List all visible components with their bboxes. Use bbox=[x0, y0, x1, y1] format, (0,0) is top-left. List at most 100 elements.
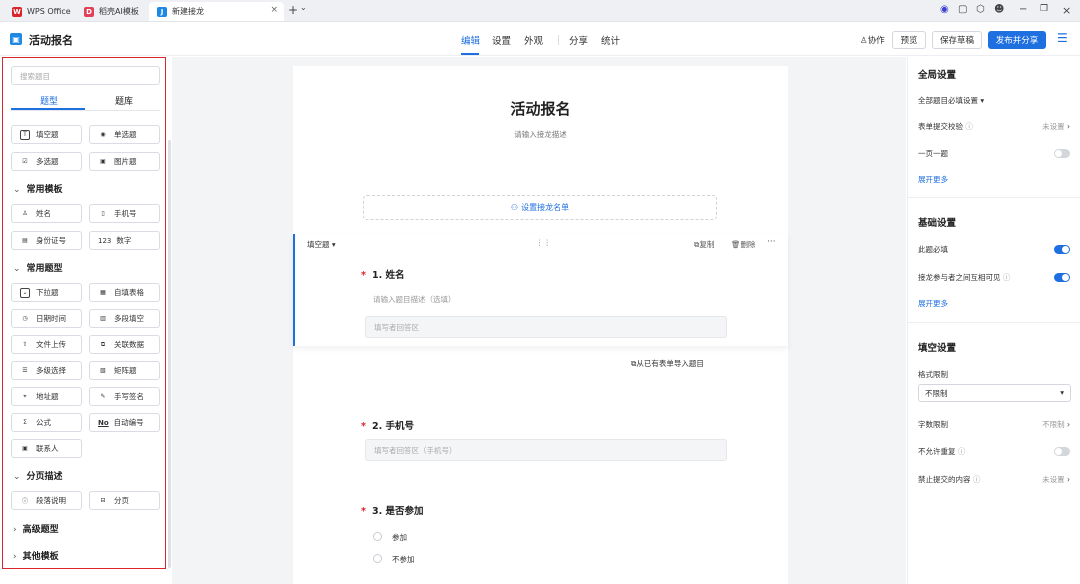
chip-label: 联系人 bbox=[36, 444, 59, 453]
chip-label: 姓名 bbox=[36, 209, 51, 218]
import-questions-link[interactable]: ⧉从已有表单导入题目 bbox=[631, 358, 704, 369]
question-1-answer[interactable]: 填写者回答区 bbox=[365, 316, 727, 338]
option-radio[interactable] bbox=[373, 532, 382, 541]
required-toggle[interactable] bbox=[1054, 245, 1070, 254]
left-scrollbar[interactable] bbox=[168, 140, 171, 568]
type-image[interactable]: ▣ 图片题 bbox=[89, 152, 160, 171]
divider bbox=[11, 110, 160, 111]
delete-button[interactable]: 🗑删除 bbox=[731, 239, 756, 250]
question-1-hint[interactable]: 请输入题目描述（选填） bbox=[373, 294, 456, 305]
more-icon[interactable]: ··· bbox=[767, 237, 776, 247]
type-address[interactable]: ⌖ 地址题 bbox=[11, 387, 82, 406]
question-type-select[interactable]: 填空题 ▾ bbox=[307, 239, 336, 250]
type-contact[interactable]: ▣ 联系人 bbox=[11, 439, 82, 458]
type-datetime[interactable]: ◷ 日期时间 bbox=[11, 309, 82, 328]
basic-expand-link[interactable]: 展开更多 bbox=[918, 298, 948, 309]
length-value[interactable]: 不限制 › bbox=[1042, 419, 1070, 430]
section-other-templates[interactable]: › 其他模板 bbox=[13, 549, 59, 562]
set-namelist-button[interactable]: ⚇ 设置接龙名单 bbox=[363, 195, 717, 220]
format-select[interactable]: 不限制 ▾ bbox=[918, 384, 1071, 402]
search-input[interactable]: 搜索题目 bbox=[11, 66, 160, 85]
chip-label: 下拉题 bbox=[36, 288, 59, 297]
menu-icon[interactable]: ☰ bbox=[1057, 31, 1068, 45]
window-icon[interactable]: ▢ bbox=[958, 4, 967, 15]
tab-edit[interactable]: 编辑 bbox=[461, 33, 480, 47]
question-2-answer[interactable]: 填写者回答区（手机号） bbox=[365, 439, 727, 461]
question-1-title[interactable]: * 1. 姓名 bbox=[361, 267, 405, 281]
template-number[interactable]: 123 数字 bbox=[89, 231, 160, 250]
section-paging[interactable]: ⌄ 分页描述 bbox=[13, 469, 63, 482]
cube-icon[interactable]: ⬡ bbox=[976, 4, 985, 15]
one-page-toggle[interactable] bbox=[1054, 149, 1070, 158]
type-single-choice[interactable]: ◉ 单选题 bbox=[89, 125, 160, 144]
type-linked-data[interactable]: ⧉ 关联数据 bbox=[89, 335, 160, 354]
type-multi-blank[interactable]: ▥ 多段填空 bbox=[89, 309, 160, 328]
preview-button[interactable]: 预览 bbox=[892, 31, 926, 49]
tab-question-types[interactable]: 题型 bbox=[40, 94, 58, 107]
collab-button[interactable]: ♙协作 bbox=[860, 34, 885, 46]
clock-icon: ◷ bbox=[22, 315, 28, 322]
tab-stats[interactable]: 统计 bbox=[601, 33, 620, 47]
publish-share-button[interactable]: 发布并分享 bbox=[988, 31, 1046, 49]
group-icon: ⚇ bbox=[510, 203, 519, 212]
nodup-toggle[interactable] bbox=[1054, 447, 1070, 456]
form-description[interactable]: 请输入接龙描述 bbox=[293, 129, 788, 140]
type-signature[interactable]: ✎ 手写签名 bbox=[89, 387, 160, 406]
minimize-icon[interactable]: − bbox=[1019, 4, 1027, 15]
type-multi-level[interactable]: ☰ 多级选择 bbox=[11, 361, 82, 380]
tab-new-jielong[interactable]: J 新建接龙 × bbox=[149, 2, 284, 21]
drag-handle-icon[interactable]: ⋮⋮ bbox=[536, 238, 551, 247]
restore-icon[interactable]: ❐ bbox=[1040, 4, 1048, 14]
global-expand-link[interactable]: 展开更多 bbox=[918, 174, 948, 185]
template-name[interactable]: ♙ 姓名 bbox=[11, 204, 82, 223]
tab-share[interactable]: 分享 bbox=[569, 33, 588, 47]
visible-toggle[interactable] bbox=[1054, 273, 1070, 282]
type-self-table[interactable]: ▦ 自填表格 bbox=[89, 283, 160, 302]
person-icon: ♙ bbox=[22, 210, 28, 217]
type-auto-number[interactable]: No 自动编号 bbox=[89, 413, 160, 432]
chip-label: 地址题 bbox=[36, 392, 59, 401]
close-tab-icon[interactable]: × bbox=[270, 5, 278, 15]
forbid-value[interactable]: 未设置 › bbox=[1042, 474, 1070, 485]
option-not-attend[interactable]: 不参加 bbox=[392, 554, 415, 565]
tab-menu-icon[interactable]: ⌄ bbox=[300, 3, 307, 12]
type-paragraph[interactable]: ⓘ 段落说明 bbox=[11, 491, 82, 510]
section-advanced[interactable]: › 高级题型 bbox=[13, 522, 59, 535]
chip-label: 日期时间 bbox=[36, 314, 66, 323]
tab-question-bank[interactable]: 题库 bbox=[115, 94, 133, 107]
avatar-icon[interactable]: ☻ bbox=[994, 4, 1004, 15]
section-common-types[interactable]: ⌄ 常用题型 bbox=[13, 261, 63, 274]
option-attend[interactable]: 参加 bbox=[392, 532, 407, 543]
type-formula[interactable]: Σ 公式 bbox=[11, 413, 82, 432]
type-dropdown[interactable]: ⌄ 下拉题 bbox=[11, 283, 82, 302]
type-page-break[interactable]: ⊟ 分页 bbox=[89, 491, 160, 510]
chevron-right-icon: › bbox=[13, 525, 17, 535]
tab-appearance[interactable]: 外观 bbox=[524, 33, 543, 47]
type-multi-choice[interactable]: ☑ 多选题 bbox=[11, 152, 82, 171]
section-common-templates[interactable]: ⌄ 常用模板 bbox=[13, 182, 63, 195]
type-matrix[interactable]: ▧ 矩阵题 bbox=[89, 361, 160, 380]
chevron-right-icon: › bbox=[1067, 475, 1070, 484]
help-icon: ⓘ bbox=[965, 122, 973, 131]
tab-wps-office[interactable]: W WPS Office bbox=[4, 2, 74, 21]
option-radio[interactable] bbox=[373, 554, 382, 563]
type-fill-blank[interactable]: T 填空题 bbox=[11, 125, 82, 144]
question-2-title[interactable]: * 2. 手机号 bbox=[361, 418, 414, 432]
active-question-card[interactable]: 填空题 ▾ ⋮⋮ ⧉复制 🗑删除 ··· * 1. 姓名 请输入题目描述（选填） … bbox=[293, 234, 788, 346]
question-3-title[interactable]: * 3. 是否参加 bbox=[361, 503, 424, 517]
submit-check-value[interactable]: 未设置 › bbox=[1042, 121, 1070, 132]
template-phone[interactable]: ▯ 手机号 bbox=[89, 204, 160, 223]
submit-check-label: 表单提交校验 ⓘ bbox=[918, 122, 973, 131]
ai-icon[interactable]: ◉ bbox=[940, 4, 949, 15]
tab-daoke-ai[interactable]: D 稻壳AI模板 bbox=[76, 2, 146, 21]
copy-button[interactable]: ⧉复制 bbox=[694, 239, 714, 250]
close-window-icon[interactable]: × bbox=[1062, 4, 1071, 17]
form-title[interactable]: 活动报名 bbox=[293, 98, 788, 119]
save-draft-button[interactable]: 保存草稿 bbox=[932, 31, 982, 49]
new-tab-button[interactable]: + bbox=[288, 3, 298, 17]
template-id-card[interactable]: ▤ 身份证号 bbox=[11, 231, 82, 250]
caret-down-icon: ▾ bbox=[1060, 388, 1064, 397]
type-file-upload[interactable]: ⇧ 文件上传 bbox=[11, 335, 82, 354]
all-required-setting[interactable]: 全部题目必填设置 ▾ bbox=[918, 95, 984, 106]
tab-settings[interactable]: 设置 bbox=[492, 33, 511, 47]
